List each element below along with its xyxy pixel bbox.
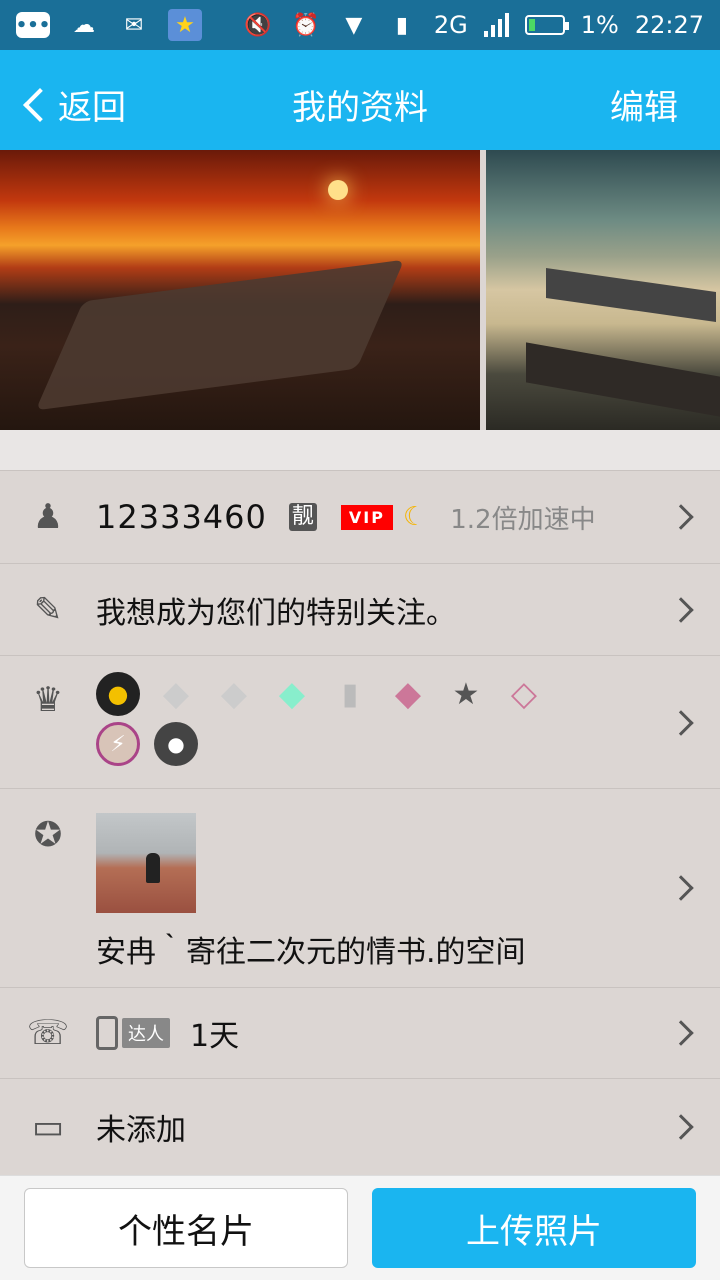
diamond-green-icon: ◆ (278, 674, 306, 714)
star-icon: ★ (452, 676, 480, 712)
wifi-icon: ▼ (345, 12, 363, 38)
profile-photo-1[interactable] (0, 150, 480, 430)
battery-percent: 1% (580, 11, 619, 39)
status-bar: ••• ☁ ✉ ★ 🔇 ⏰ ▼ ▮ 2G 1% 22:27 (0, 0, 720, 50)
cloud-icon: ☁ (73, 12, 95, 38)
boat-canopy-graphic (546, 268, 716, 322)
lightning-icon: ⚡ (96, 722, 140, 766)
boat-graphic (35, 259, 405, 411)
network-type: 2G (433, 11, 468, 39)
vip-badge: VIP (340, 504, 393, 530)
speed-status: 1.2倍加速中 (450, 504, 596, 535)
upload-photo-button[interactable]: 上传照片 (372, 1188, 696, 1268)
qzone-thumbnail (96, 813, 196, 913)
signal-icon (483, 13, 509, 37)
qzone-star-icon: ✪ (33, 815, 63, 855)
mail-check-icon: ✉ (124, 12, 144, 38)
diamond-pink-icon: ◆ (394, 674, 422, 714)
chevron-right-icon (668, 504, 694, 530)
qzone-name: 安冉｀寄往二次元的情书.的空间 (96, 935, 526, 970)
signature-row[interactable]: ✎ 我想成为您们的特别关注。 (0, 563, 720, 655)
bottom-bar: 个性名片 上传照片 (0, 1175, 720, 1280)
daren-tag: 达人 (122, 1018, 170, 1048)
winged-phone-icon: ☏ (26, 1013, 70, 1053)
diamond-lv1-icon: ◆ (220, 674, 248, 714)
star-app-icon: ★ (168, 9, 202, 41)
sun-graphic (328, 180, 348, 200)
qq-number-row[interactable]: ♟ 12333460 靓 VIP ☾ 1.2倍加速中 (0, 470, 720, 563)
profile-photo-2[interactable] (486, 150, 720, 430)
alarm-icon: ⏰ (292, 12, 320, 38)
chevron-right-icon (668, 875, 694, 901)
person-graphic (146, 853, 160, 883)
personal-card-button[interactable]: 个性名片 (24, 1188, 348, 1268)
qq-number: 12333460 (96, 498, 267, 536)
daren-badge: 达人 (96, 1016, 170, 1050)
pencil-icon: ✎ (33, 589, 63, 630)
penguin-icon: ♟ (32, 497, 64, 537)
battery-icon (524, 15, 569, 35)
liang-badge: 靓 (288, 503, 317, 531)
message-icon: ••• (16, 12, 50, 38)
photo-strip (0, 150, 720, 430)
bird-icon: ● (154, 722, 198, 766)
chevron-right-icon (668, 596, 694, 623)
badge-list: ● ◆ ◆ ◆ ▮ ◆ ★ ◇ ⚡ ● (96, 672, 596, 766)
chevron-right-icon (668, 1020, 694, 1046)
qq-penguin-icon: ● (96, 672, 140, 716)
title-bar: 返回 我的资料 编辑 (0, 50, 720, 150)
badges-row[interactable]: ♛ ● ◆ ◆ ◆ ▮ ◆ ★ ◇ ⚡ ● (0, 655, 720, 788)
mute-icon: 🔇 (244, 12, 272, 38)
clock: 22:27 (634, 11, 704, 39)
card-row[interactable]: ▭ 未添加 (0, 1078, 720, 1174)
card-status: 未添加 (96, 1112, 186, 1148)
diamond-icon: ◆ (162, 674, 190, 714)
crown-icon: ♛ (32, 680, 64, 720)
qzone-row[interactable]: ✪ 安冉｀寄往二次元的情书.的空间 (0, 788, 720, 987)
chevron-right-icon (668, 710, 694, 736)
id-card-icon: ▭ (31, 1106, 65, 1147)
profile-list: ♟ 12333460 靓 VIP ☾ 1.2倍加速中 ✎ 我想成为您们的特别关注… (0, 470, 720, 1174)
book-icon: ▮ (341, 676, 359, 712)
sim-icon: ▮ (395, 12, 408, 38)
chevron-right-icon (668, 1113, 694, 1140)
signature-text: 我想成为您们的特别关注。 (96, 595, 456, 631)
boat-hull-graphic (526, 342, 720, 418)
daren-days: 1天 (190, 1019, 240, 1054)
edit-button[interactable]: 编辑 (610, 80, 678, 129)
diamond-pink-outline-icon: ◇ (510, 674, 538, 714)
phone-icon (96, 1016, 118, 1050)
daren-row[interactable]: ☏ 达人 1天 (0, 987, 720, 1078)
moon-icon: ☾ (402, 502, 427, 532)
divider-strip (0, 430, 720, 470)
